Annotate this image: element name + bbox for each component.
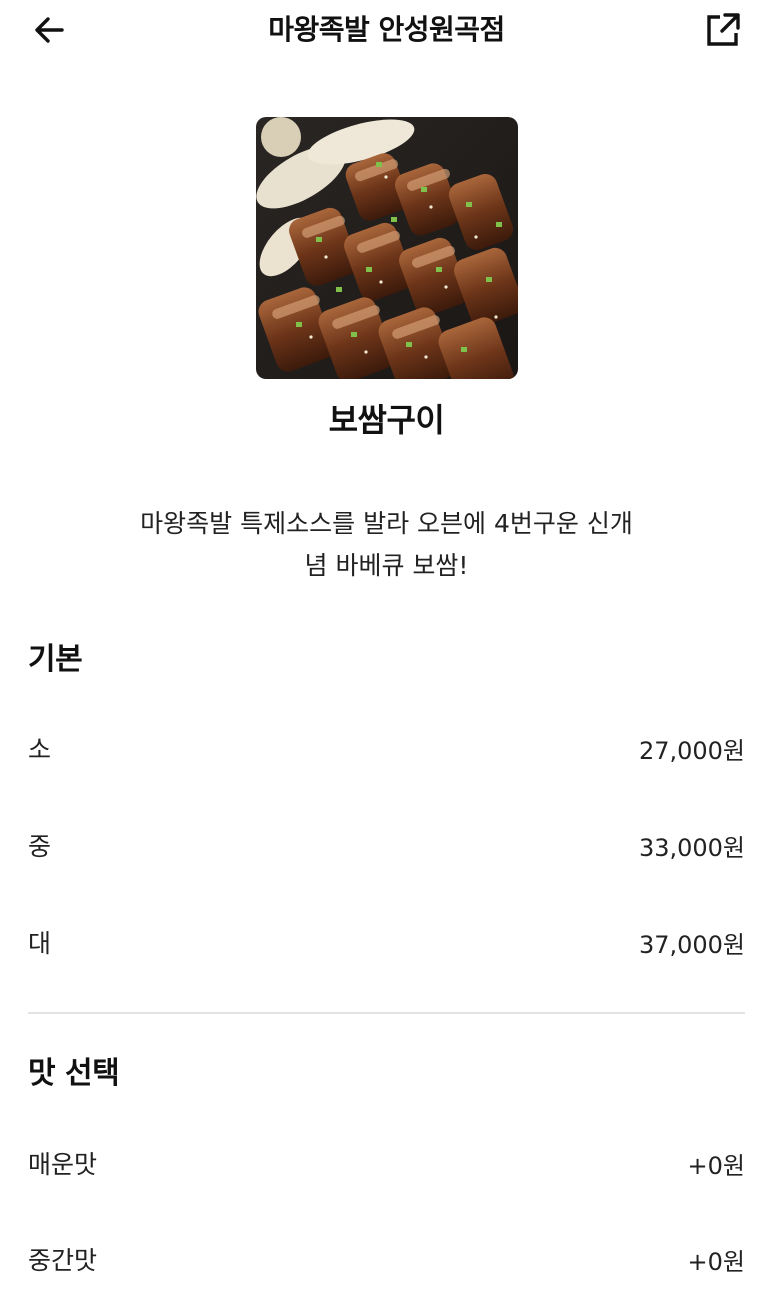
option-label: 중	[28, 832, 52, 861]
menu-description: 마왕족발 특제소스를 발라 오븐에 4번구운 신개 념 바베큐 보쌈!	[100, 503, 673, 587]
menu-photo	[256, 117, 518, 379]
option-label: 소	[28, 735, 52, 764]
option-price: 33,000원	[638, 833, 745, 862]
section-title-taste: 맛 선택	[28, 1056, 120, 1091]
option-row-medium-spicy[interactable]: 중간맛 +0원	[28, 1239, 745, 1279]
option-price: 37,000원	[638, 930, 745, 959]
share-button[interactable]	[701, 8, 745, 52]
menu-description-line-2: 념 바베큐 보쌈!	[304, 551, 469, 580]
bossam-food-image	[256, 117, 518, 379]
menu-detail-page: 마왕족발 안성원곡점 보쌈구이 마왕족발 특제소스를 발라 오븐에 4번구운 신…	[0, 0, 773, 1307]
option-row-large[interactable]: 대 37,000원	[28, 922, 745, 962]
menu-description-line-1: 마왕족발 특제소스를 발라 오븐에 4번구운 신개	[140, 509, 633, 538]
menu-name: 보쌈구이	[328, 401, 445, 439]
option-price: +0원	[687, 1247, 745, 1276]
option-row-small[interactable]: 소 27,000원	[28, 728, 745, 768]
option-price: +0원	[687, 1151, 745, 1180]
store-title: 마왕족발 안성원곡점	[268, 13, 505, 46]
option-label: 매운맛	[28, 1150, 98, 1179]
section-divider	[28, 1012, 745, 1014]
option-label: 중간맛	[28, 1246, 98, 1275]
option-price: 27,000원	[638, 736, 745, 765]
section-title-basic: 기본	[28, 642, 83, 677]
share-external-icon	[707, 13, 740, 46]
option-row-medium[interactable]: 중 33,000원	[28, 825, 745, 865]
option-label: 대	[28, 929, 52, 958]
option-row-spicy[interactable]: 매운맛 +0원	[28, 1143, 745, 1183]
top-bar: 마왕족발 안성원곡점	[0, 0, 773, 62]
